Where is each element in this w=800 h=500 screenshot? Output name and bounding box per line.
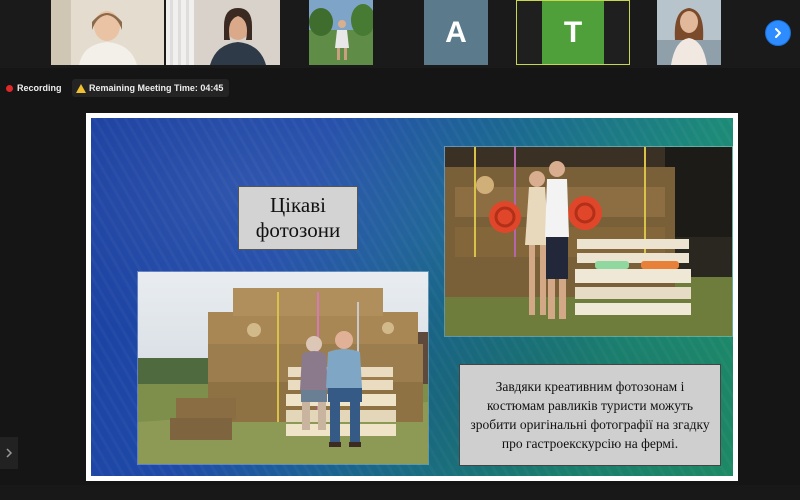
expand-panel-button[interactable]	[0, 437, 18, 469]
slide-caption-text: Завдяки креативним фотозонам і костюмам …	[470, 379, 710, 451]
gallery-strip: A T	[0, 0, 800, 68]
chevron-right-icon	[775, 28, 781, 38]
slide-title-line-1: Цікаві	[270, 193, 326, 217]
participant-video-1[interactable]	[51, 0, 164, 65]
participant-video-3[interactable]	[309, 0, 373, 65]
participant-video-6-image	[657, 0, 721, 65]
avatar-initial: T	[563, 15, 583, 49]
remaining-time-label: Remaining Meeting Time: 04:45	[89, 83, 224, 93]
participant-video-2[interactable]	[166, 0, 280, 65]
participant-video-1-image	[51, 0, 164, 65]
chevron-right-icon	[6, 448, 13, 458]
shared-screen: Цікаві фотозони Завдяки креативним фотоз…	[86, 113, 738, 481]
slide-title-line-2: фотозони	[255, 218, 341, 242]
slide-photo-hay-bench	[137, 271, 429, 465]
slide-title: Цікаві фотозони	[238, 186, 358, 250]
avatar-t-background: T	[542, 1, 604, 64]
participant-avatar-t[interactable]: T	[516, 0, 630, 65]
meeting-status-bar: Recording Remaining Meeting Time: 04:45	[0, 76, 800, 100]
participant-video-6[interactable]	[657, 0, 721, 65]
avatar-initial: A	[445, 15, 467, 49]
slide-caption: Завдяки креативним фотозонам і костюмам …	[459, 364, 721, 466]
recording-indicator[interactable]: Recording	[6, 79, 62, 97]
bottom-bar	[0, 485, 800, 500]
participant-video-3-image	[309, 0, 373, 65]
slide-photo-snail-costumes	[444, 146, 733, 337]
participant-video-2-image	[166, 0, 280, 65]
presentation-slide: Цікаві фотозони Завдяки креативним фотоз…	[91, 118, 733, 476]
record-dot-icon	[6, 84, 13, 92]
snail-costumes-photo	[445, 147, 732, 336]
participant-avatar-a[interactable]: A	[424, 0, 488, 65]
remaining-time-indicator[interactable]: Remaining Meeting Time: 04:45	[72, 79, 230, 97]
warning-icon	[76, 83, 86, 93]
next-page-button[interactable]	[765, 20, 791, 46]
hay-bench-photo	[138, 272, 428, 464]
recording-label: Recording	[17, 83, 62, 93]
